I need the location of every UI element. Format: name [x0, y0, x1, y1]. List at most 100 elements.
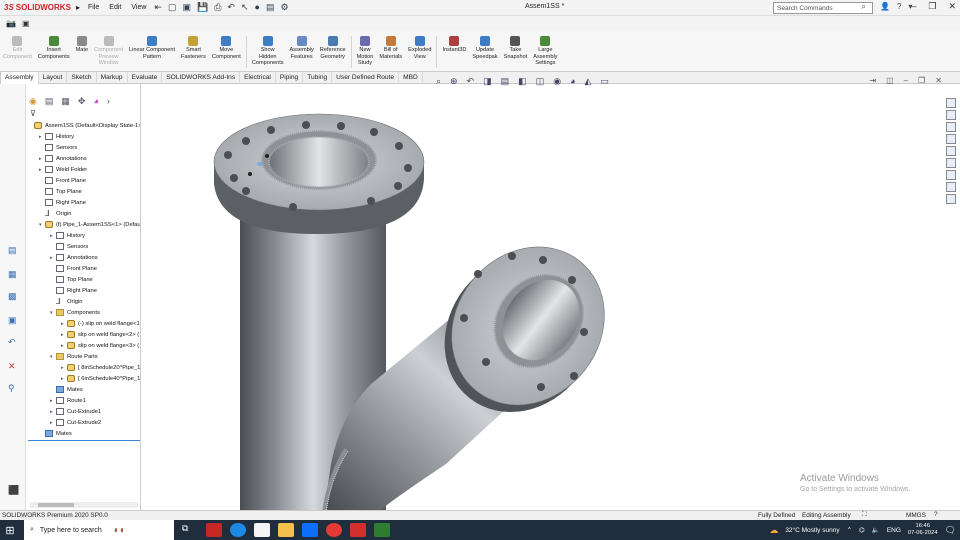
tree-item[interactable]: Top Plane	[39, 186, 82, 197]
tree-item[interactable]: ▾ Route Parts	[50, 351, 98, 362]
tree-item[interactable]: ▸ Route1	[50, 395, 86, 406]
file-explorer-taskbar-icon[interactable]	[278, 523, 294, 537]
cube-icon[interactable]: ⬛	[8, 486, 19, 495]
bill-of-materials-button[interactable]: Bill of Materials	[376, 36, 405, 60]
large-assembly-settings-button[interactable]: Large Assembly Settings	[530, 36, 560, 67]
viewport-restore-button[interactable]: ❐	[918, 76, 925, 85]
hide-show-items-icon[interactable]: ◉	[553, 76, 561, 87]
tree-item[interactable]: ▸ Cut-Extrude1	[50, 406, 101, 417]
tab-evaluate[interactable]: Evaluate	[128, 72, 163, 84]
taskbar-app-red-icon[interactable]	[206, 523, 222, 537]
edge-browser-icon[interactable]	[230, 523, 246, 537]
rebuild-icon[interactable]: ●	[255, 2, 260, 13]
tree-item[interactable]: ▸ Annotations	[39, 153, 87, 164]
print-icon[interactable]: ⎙	[214, 2, 221, 13]
take-snapshot-button[interactable]: Take Snapshot	[501, 36, 531, 60]
tree-item[interactable]: ▸ (-) slip on weld flange<1	[61, 318, 140, 329]
tree-item[interactable]: ▸ Annotations	[50, 252, 98, 263]
mate-ref-icon[interactable]: ⚲	[8, 384, 19, 393]
new-motion-study-button[interactable]: New Motion Study	[354, 36, 377, 67]
view-orientation-icon[interactable]: ◧	[518, 76, 527, 87]
mate-button[interactable]: Mate	[73, 36, 91, 54]
selection-point[interactable]	[265, 154, 269, 158]
smart-fasteners-button[interactable]: Smart Fasteners	[178, 36, 209, 60]
solidworks-resources-icon[interactable]	[946, 98, 956, 108]
panel-more-icon[interactable]: ›	[107, 96, 110, 107]
forum-icon[interactable]	[946, 170, 956, 180]
display-manager-tab-icon[interactable]: ◕	[93, 96, 98, 107]
tab-user-defined-route[interactable]: User Defined Route	[332, 72, 400, 84]
tab-mbd[interactable]: MBD	[399, 72, 423, 84]
tree-horizontal-scrollbar[interactable]	[30, 502, 138, 508]
section-view-icon[interactable]: ◨	[483, 76, 492, 87]
status-help-icon[interactable]: ?	[934, 511, 938, 518]
notifications-icon[interactable]: 🗨	[945, 525, 956, 536]
edit-appearance-icon[interactable]: ◕	[570, 76, 575, 87]
tree-item[interactable]: ⅃ Origin	[50, 296, 82, 307]
close-button[interactable]: ✕	[948, 1, 956, 12]
search-icon[interactable]: ⌕	[862, 2, 866, 12]
network-icon[interactable]: ⌬	[859, 526, 865, 534]
viewport-minimize-button[interactable]: –	[904, 76, 908, 85]
viewport-tile-icon[interactable]: ◫	[886, 76, 894, 85]
task-view-icon[interactable]: ⧉	[182, 523, 198, 537]
previous-view-icon[interactable]: ↶	[467, 76, 475, 87]
display-icon[interactable]: ▦	[8, 270, 19, 279]
update-speedpak-button[interactable]: Update Speedpak	[469, 36, 500, 60]
solidworks-logo[interactable]: 3S SOLIDWORKS	[0, 3, 76, 12]
tree-item[interactable]: Right Plane	[39, 197, 86, 208]
tree-item[interactable]: ▸ Weld Folder	[39, 164, 87, 175]
undo-history-icon[interactable]: ↶	[8, 338, 19, 347]
zoom-area-icon[interactable]: ⊕	[450, 76, 458, 87]
options-gear-icon[interactable]: ⚙	[280, 2, 288, 13]
tab-tubing[interactable]: Tubing	[303, 72, 333, 84]
appearance-icon[interactable]: ▩	[8, 292, 19, 301]
tree-item[interactable]: Top Plane	[50, 274, 93, 285]
tab-piping[interactable]: Piping	[276, 72, 304, 84]
view-palette-pane-icon[interactable]	[946, 134, 956, 144]
delete-icon[interactable]: ✕	[8, 362, 19, 371]
custom-properties-icon[interactable]	[946, 158, 956, 168]
view-palette-icon[interactable]: ▤	[8, 246, 19, 255]
feature-manager-tab-icon[interactable]: ◉	[29, 96, 37, 107]
tree-item[interactable]: Assem1SS (Default<Display State-1>)	[28, 120, 140, 131]
file-properties-icon[interactable]: ▤	[266, 2, 275, 13]
tree-item[interactable]: ▸[ 6inSchedule40^Pipe_1-	[61, 373, 140, 384]
component-preview-window-button[interactable]: Component Preview Window	[91, 36, 126, 67]
configuration-manager-tab-icon[interactable]: ▦	[61, 96, 70, 107]
selection-point[interactable]	[248, 172, 252, 176]
tree-item[interactable]: ▸ Cut-Extrude2	[50, 417, 101, 428]
help-icon[interactable]: ?	[897, 2, 901, 11]
property-manager-tab-icon[interactable]: ▤	[45, 96, 54, 107]
exploded-view-button[interactable]: Exploded View	[405, 36, 434, 60]
chrome-icon[interactable]	[326, 523, 342, 537]
menu-view[interactable]: View	[131, 4, 146, 11]
microsoft-store-icon[interactable]	[254, 523, 270, 537]
mail-icon[interactable]	[302, 523, 318, 537]
display-style-icon[interactable]: ◫	[536, 76, 545, 87]
tab-solidworks-add-ins[interactable]: SOLIDWORKS Add-Ins	[162, 72, 241, 84]
camera-icon[interactable]: 📷	[6, 19, 16, 28]
move-component-button[interactable]: Move Component	[209, 36, 244, 60]
dimxpert-tab-icon[interactable]: ✥	[78, 96, 86, 107]
assembly-features-button[interactable]: Assembly Features	[287, 36, 317, 60]
restore-button[interactable]: ❐	[928, 1, 936, 12]
design-library-icon[interactable]	[946, 110, 956, 120]
pin-icon[interactable]: ⇤	[154, 2, 162, 13]
excel-icon[interactable]	[374, 523, 390, 537]
menu-file[interactable]: File	[88, 4, 99, 11]
select-icon[interactable]: ↖	[241, 2, 249, 13]
dynamic-annotation-icon[interactable]: ▤	[501, 76, 510, 87]
viewport-close-button[interactable]: ✕	[935, 76, 942, 85]
tab-sketch[interactable]: Sketch	[67, 72, 97, 84]
tree-item[interactable]: ▸[ 8inSchedule20^Pipe_1-	[61, 362, 140, 373]
appearances-pane-icon[interactable]	[946, 146, 956, 156]
volume-icon[interactable]: 🔈	[872, 526, 880, 534]
tree-item[interactable]: ▸ slip on weld flange<3> (	[61, 340, 139, 351]
tree-item[interactable]: Front Plane	[50, 263, 97, 274]
solidworks-taskbar-icon[interactable]	[350, 523, 366, 537]
linear-component-pattern-button[interactable]: Linear Component Pattern	[126, 36, 178, 60]
unit-system-selector[interactable]: MMGS	[906, 512, 926, 519]
minimize-button[interactable]: –	[911, 1, 916, 12]
weather-icon[interactable]: ☁	[769, 525, 778, 536]
